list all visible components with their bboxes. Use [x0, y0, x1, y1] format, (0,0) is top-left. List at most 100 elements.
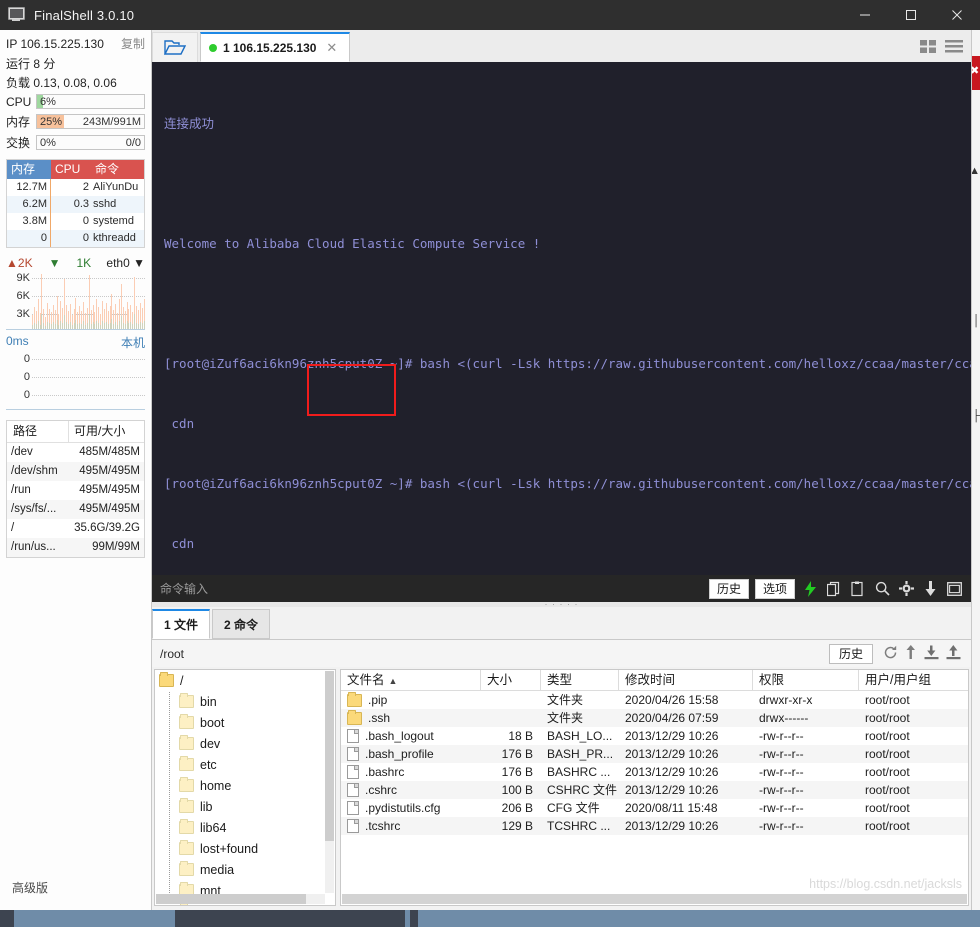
column-header-type[interactable]: 类型 — [541, 670, 619, 690]
tree-horizontal-scrollbar[interactable] — [156, 894, 325, 904]
download-file-icon[interactable] — [924, 645, 939, 663]
tabstrip-actions — [920, 39, 971, 62]
interface-label: eth0 — [106, 256, 130, 270]
process-cpu: 0 — [82, 215, 89, 227]
column-header-modified[interactable]: 修改时间 — [619, 670, 753, 690]
process-row[interactable]: 3.8M 0 systemd — [7, 213, 144, 230]
upload-arrow-icon[interactable] — [905, 644, 917, 663]
process-col-cpu[interactable]: CPU — [51, 160, 91, 179]
tab-commands[interactable]: 2 命令 — [212, 609, 270, 639]
disk-row[interactable]: /run 495M/495M — [7, 481, 144, 500]
disk-row[interactable]: /run/us... 99M/99M — [7, 538, 144, 557]
disk-col-path: 路径 — [7, 421, 69, 442]
terminal-line: [root@iZuf6aci6kn96znh5cput0Z ~]# bash <… — [164, 476, 971, 491]
ping-target-label[interactable]: 本机 — [121, 334, 145, 351]
process-row[interactable]: 0 0 kthreadd — [7, 230, 144, 247]
tree-node[interactable]: lost+found — [155, 838, 335, 859]
tree-node[interactable]: media — [155, 859, 335, 880]
tree-node-label: media — [200, 862, 235, 877]
disk-col-usage: 可用/大小 — [74, 424, 126, 438]
column-header-size[interactable]: 大小 — [481, 670, 541, 690]
disk-row[interactable]: /sys/fs/... 495M/495M — [7, 500, 144, 519]
tree-node[interactable]: boot — [155, 712, 335, 733]
file-row[interactable]: .bash_profile 176 B BASH_PR... 2013/12/2… — [341, 745, 968, 763]
upload-arrow-icon: ▲ — [6, 256, 18, 270]
process-command: sshd — [93, 198, 117, 210]
document-icon — [347, 819, 359, 833]
open-folder-icon[interactable] — [152, 32, 198, 62]
document-icon — [347, 747, 359, 761]
hamburger-menu-icon[interactable] — [945, 39, 963, 57]
file-modified-cell: 2013/12/29 10:26 — [625, 747, 719, 761]
y-tick: 6K — [16, 290, 30, 302]
tree-node[interactable]: bin — [155, 691, 335, 712]
path-history-button[interactable]: 历史 — [828, 643, 873, 664]
interface-selector[interactable]: eth0 ▼ — [106, 256, 145, 270]
grid-view-icon[interactable] — [920, 39, 937, 57]
disk-row[interactable]: / 35.6G/39.2G — [7, 519, 144, 538]
file-list-horizontal-scrollbar[interactable] — [342, 894, 967, 904]
monitor-icon — [8, 7, 26, 23]
watermark-text: https://blog.csdn.net/jacksls — [809, 877, 962, 891]
maximize-button[interactable] — [888, 0, 934, 30]
command-input[interactable]: 命令输入 — [160, 580, 208, 597]
copy-icon[interactable] — [825, 580, 843, 598]
tab-files[interactable]: 1 文件 — [152, 609, 210, 639]
folder-icon — [179, 798, 194, 813]
history-button[interactable]: 历史 — [708, 578, 749, 599]
directory-tree[interactable]: / bin boot dev etc home lib lib64 lost+f… — [154, 669, 336, 906]
refresh-icon[interactable] — [883, 645, 898, 663]
disk-row[interactable]: /dev/shm 495M/495M — [7, 462, 144, 481]
column-header-name[interactable]: 文件名 ▲ — [341, 670, 481, 690]
column-header-owner[interactable]: 用户/用户组 — [859, 670, 968, 690]
tree-node[interactable]: etc — [155, 754, 335, 775]
tree-node-root[interactable]: / — [155, 670, 335, 691]
path-bar: /root 历史 — [152, 640, 971, 668]
upload-file-icon[interactable] — [946, 644, 961, 663]
tree-node[interactable]: lib64 — [155, 817, 335, 838]
copy-ip-button[interactable]: 复制 — [121, 35, 145, 52]
load-average-label: 负载 0.13, 0.08, 0.06 — [6, 76, 117, 90]
gear-icon[interactable] — [897, 580, 915, 598]
tree-node[interactable]: dev — [155, 733, 335, 754]
cpu-meter: 6% — [36, 94, 145, 109]
terminal-output[interactable]: 连接成功 Welcome to Alibaba Cloud Elastic Co… — [152, 62, 971, 575]
tree-node-label: etc — [200, 757, 217, 772]
file-list[interactable]: 文件名 ▲ 大小 类型 修改时间 权限 用户/用户组 .pip 文件夹 2020/… — [340, 669, 969, 906]
window-icon[interactable] — [945, 580, 963, 598]
close-session-indicator[interactable]: ✖ — [972, 56, 980, 90]
file-row[interactable]: .ssh 文件夹 2020/04/26 07:59 drwx------ roo… — [341, 709, 968, 727]
search-icon[interactable] — [873, 580, 891, 598]
process-col-memory[interactable]: 内存 — [7, 160, 51, 179]
swap-meter-detail: 0/0 — [125, 137, 141, 149]
file-row[interactable]: .pydistutils.cfg 206 B CFG 文件 2020/08/11… — [341, 799, 968, 817]
process-col-command[interactable]: 命令 — [91, 160, 144, 179]
tree-vertical-scrollbar[interactable] — [325, 671, 334, 893]
file-row[interactable]: .cshrc 100 B CSHRC 文件 2013/12/29 10:26 -… — [341, 781, 968, 799]
options-button[interactable]: 选项 — [754, 578, 795, 599]
process-row[interactable]: 6.2M 0.3 sshd — [7, 196, 144, 213]
main-area: 1 106.15.225.130 ✕ 连接成功 Welcome to Aliba… — [152, 30, 971, 910]
disk-path: /sys/fs/... — [11, 503, 57, 515]
file-type-cell: BASHRC ... — [547, 765, 611, 779]
file-row[interactable]: .tcshrc 129 B TCSHRC ... 2013/12/29 10:2… — [341, 817, 968, 835]
file-row[interactable]: .bash_logout 18 B BASH_LO... 2013/12/29 … — [341, 727, 968, 745]
path-input[interactable]: /root — [156, 647, 829, 661]
close-button[interactable] — [934, 0, 980, 30]
paste-icon[interactable] — [849, 580, 867, 598]
minimize-button[interactable] — [842, 0, 888, 30]
disk-row[interactable]: /dev 485M/485M — [7, 443, 144, 462]
tree-node[interactable]: home — [155, 775, 335, 796]
tree-node-label: boot — [200, 715, 225, 730]
session-tab-label: 1 106.15.225.130 — [223, 40, 317, 55]
session-tab[interactable]: 1 106.15.225.130 ✕ — [200, 32, 350, 62]
close-tab-icon[interactable]: ✕ — [326, 40, 337, 56]
file-row[interactable]: .bashrc 176 B BASHRC ... 2013/12/29 10:2… — [341, 763, 968, 781]
lightning-icon[interactable] — [801, 580, 819, 598]
column-header-permissions[interactable]: 权限 — [753, 670, 859, 690]
process-row[interactable]: 12.7M 2 AliYunDu — [7, 179, 144, 196]
tree-node[interactable]: lib — [155, 796, 335, 817]
file-modified-cell: 2013/12/29 10:26 — [625, 783, 719, 797]
download-icon[interactable] — [921, 580, 939, 598]
file-row[interactable]: .pip 文件夹 2020/04/26 15:58 drwxr-xr-x roo… — [341, 691, 968, 709]
